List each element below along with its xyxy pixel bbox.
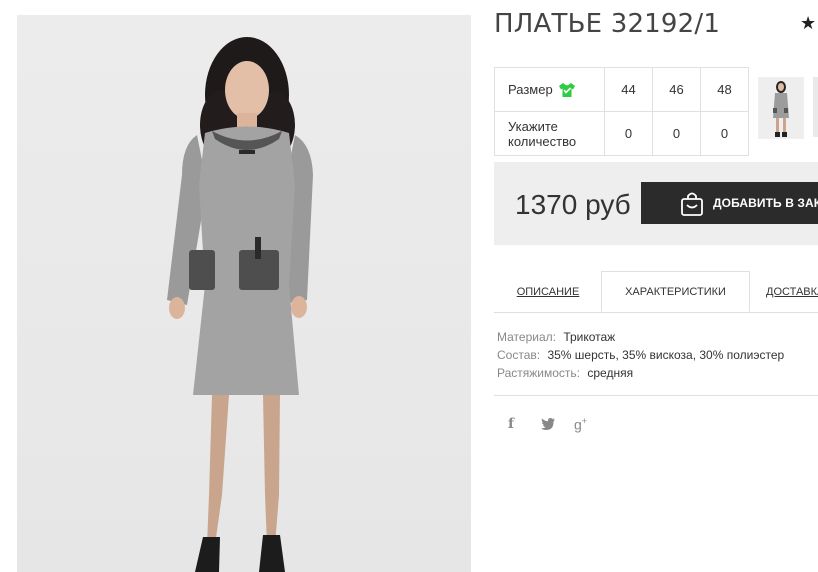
google-plus-icon[interactable]: g+ xyxy=(574,416,587,433)
tabs-divider xyxy=(494,312,818,313)
divider xyxy=(494,395,818,396)
characteristics-list: Материал: Трикотаж Состав: 35% шерсть, 3… xyxy=(497,328,784,382)
product-price: 1370 руб xyxy=(515,189,631,220)
product-main-image[interactable] xyxy=(17,15,471,572)
tshirt-icon[interactable] xyxy=(558,83,575,97)
add-to-cart-button[interactable]: ДОБАВИТЬ В ЗАКАЗ xyxy=(641,182,818,224)
characteristic-row: Материал: Трикотаж xyxy=(497,328,784,346)
quantity-label-line2: количество xyxy=(508,133,577,149)
characteristic-key: Растяжимость: xyxy=(497,366,581,380)
star-icon[interactable]: ★ xyxy=(800,13,816,34)
quantity-label-cell: Укажите количество xyxy=(494,111,605,156)
model-illustration xyxy=(167,37,313,572)
product-thumbnail[interactable] xyxy=(758,77,804,139)
size-option[interactable]: 46 xyxy=(652,67,701,112)
tab-delivery[interactable]: ДОСТАВКА xyxy=(766,271,818,312)
characteristic-row: Растяжимость: средняя xyxy=(497,364,784,382)
size-label-cell: Размер xyxy=(494,67,605,112)
quantity-input[interactable]: 0 xyxy=(700,111,749,156)
characteristic-key: Состав: xyxy=(497,348,541,362)
characteristic-row: Состав: 35% шерсть, 35% вискоза, 30% пол… xyxy=(497,346,784,364)
tab-description[interactable]: ОПИСАНИЕ xyxy=(494,271,602,312)
characteristic-value: 35% шерсть, 35% вискоза, 30% полиэстер xyxy=(547,348,785,362)
quantity-input[interactable]: 0 xyxy=(604,111,653,156)
size-row: Размер 44 46 48 xyxy=(494,67,749,112)
characteristic-value: средняя xyxy=(587,366,634,380)
size-option[interactable]: 44 xyxy=(604,67,653,112)
size-quantity-table: Размер 44 46 48 Укажите количество 0 0 0 xyxy=(494,67,749,156)
thumbnail-image xyxy=(773,81,789,137)
product-tabs: ОПИСАНИЕ ХАРАКТЕРИСТИКИ ДОСТАВКА xyxy=(494,271,818,313)
characteristic-key: Материал: xyxy=(497,330,556,344)
add-to-cart-label: ДОБАВИТЬ В ЗАКАЗ xyxy=(713,196,818,210)
product-title: ПЛАТЬЕ 32192/1 xyxy=(494,9,721,39)
product-thumbnail[interactable] xyxy=(813,77,818,137)
quantity-label-line1: Укажите xyxy=(508,118,558,134)
size-label: Размер xyxy=(508,82,553,97)
size-option[interactable]: 48 xyxy=(700,67,749,112)
tab-characteristics[interactable]: ХАРАКТЕРИСТИКИ xyxy=(601,271,750,312)
characteristic-value: Трикотаж xyxy=(563,330,616,344)
price-box: 1370 руб ДОБАВИТЬ В ЗАКАЗ xyxy=(494,162,818,245)
facebook-icon[interactable]: f xyxy=(508,416,514,432)
shopping-bag-icon xyxy=(681,192,703,216)
twitter-icon[interactable] xyxy=(541,418,555,430)
quantity-row: Укажите количество 0 0 0 xyxy=(494,111,749,156)
quantity-input[interactable]: 0 xyxy=(652,111,701,156)
